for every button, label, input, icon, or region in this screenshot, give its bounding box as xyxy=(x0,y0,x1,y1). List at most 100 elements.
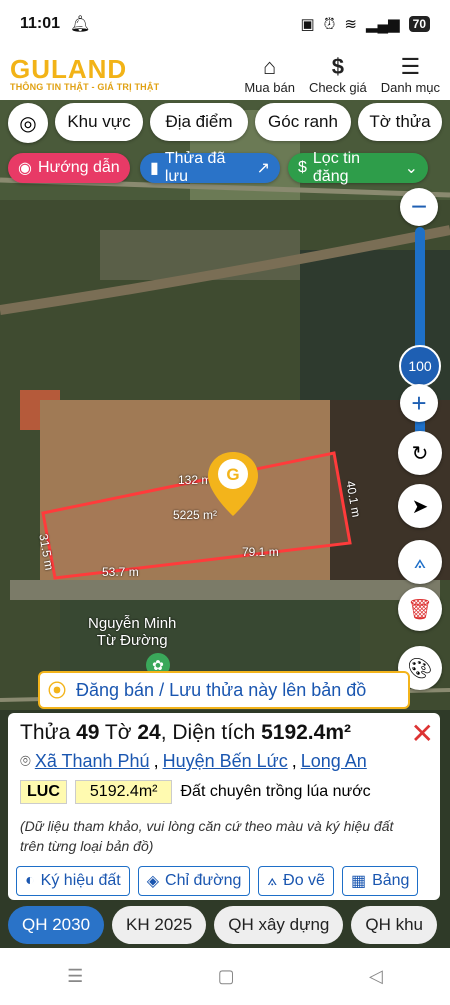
svg-text:G: G xyxy=(226,465,239,484)
directions-icon: ◈ xyxy=(146,873,160,890)
home-icon: ⌂ xyxy=(262,53,277,79)
link-tinh[interactable]: Long An xyxy=(301,751,367,772)
navigate-button[interactable]: ➤ xyxy=(398,484,442,528)
pill-huong-dan[interactable]: ◉ Hướng dẫn xyxy=(8,153,130,183)
header-nav: ⌂ Mua bán $ Check giá ☰ Danh mục xyxy=(244,54,440,95)
refresh-button[interactable]: ↻ xyxy=(398,431,442,475)
wifi-icon: ≋ xyxy=(344,16,357,33)
thua-number: 49 xyxy=(76,721,100,744)
poi-line2: Từ Đường xyxy=(96,632,168,649)
navigation-arrow-icon: ➤ xyxy=(411,495,429,518)
plus-icon: + xyxy=(411,387,427,418)
logo-slogan: THÔNG TIN THẬT - GIÁ TRỊ THẬT xyxy=(10,82,160,92)
tab-qh-xay-dung[interactable]: QH xây dựng xyxy=(214,906,344,944)
tool-do-ve[interactable]: ⟑ Đo vẽ xyxy=(258,866,334,896)
edge-label-bottom-left: 53.7 m xyxy=(102,565,139,579)
measure-icon: ⟑ xyxy=(267,872,278,889)
palette-icon: ◐ xyxy=(25,872,35,889)
tool-label: Chỉ đường xyxy=(165,872,242,889)
pill-label: Lọc tin đăng xyxy=(312,150,361,185)
link-huyen[interactable]: Huyện Bến Lức xyxy=(163,751,288,772)
alarm-icon: ⏰︎ xyxy=(323,15,336,33)
chip-khu-vuc[interactable]: Khu vực xyxy=(55,103,143,141)
tool-ky-hieu-dat[interactable]: ◐ Ký hiệu đất xyxy=(16,866,130,896)
post-parcel-bar[interactable]: ⦿ Đăng bán / Lưu thửa này lên bản đồ xyxy=(38,671,410,709)
land-type-row: LUC 5192.4m² Đất chuyên trồng lúa nước xyxy=(20,780,371,804)
tab-qh-khu[interactable]: QH khu xyxy=(351,906,438,944)
guland-logo[interactable]: GULAND THÔNG TIN THẬT - GIÁ TRỊ THẬT xyxy=(10,56,159,92)
locate-button[interactable]: ◎ xyxy=(8,103,48,143)
minus-icon: − xyxy=(410,191,428,222)
zoom-in-button[interactable]: + xyxy=(400,384,438,422)
recent-apps-icon[interactable]: ☰ xyxy=(67,966,83,987)
parcel-location: ⌾ Xã Thanh Phú, Huyện Bến Lức, Long An xyxy=(20,751,367,772)
nfc-icon: ▣ xyxy=(300,16,315,33)
tab-kh-2025[interactable]: KH 2025 xyxy=(112,906,207,944)
zoom-out-button[interactable]: − xyxy=(400,188,438,226)
tool-label: Ký hiệu đất xyxy=(40,872,121,889)
tab-qh-2030[interactable]: QH 2030 xyxy=(8,906,105,944)
parcel-info-panel: Thửa 49 Tờ 24, Diện tích 5192.4m² ✕ ⌾ Xã… xyxy=(8,713,440,900)
pill-label: Thửa đã lưu xyxy=(164,150,226,185)
logo-text: GULAND xyxy=(10,54,128,84)
nav-check-gia[interactable]: $ Check giá xyxy=(309,54,367,95)
tool-chi-duong[interactable]: ◈ Chỉ đường xyxy=(137,866,251,896)
status-time: 11:01 xyxy=(20,15,61,32)
table-icon: ▦ xyxy=(350,873,367,890)
draw-tool-button[interactable]: ⟑ xyxy=(398,540,442,584)
land-area-badge: 5192.4m² xyxy=(74,780,173,804)
chip-dia-diem[interactable]: Địa điểm xyxy=(150,103,248,141)
nav-mua-ban[interactable]: ⌂ Mua bán xyxy=(244,54,295,95)
pill-loc-tin-dang[interactable]: $ Lọc tin đăng ⌄ xyxy=(288,150,428,185)
tool-label: Bảng xyxy=(372,872,410,889)
system-nav-bar: ☰ ▢ ◁ xyxy=(0,948,450,1005)
to-number: 24 xyxy=(137,721,161,744)
plan-tabs: QH 2030 KH 2025 QH xây dựng QH khu xyxy=(8,906,438,944)
compass-draw-icon: ⟑ xyxy=(413,550,427,573)
link-xa[interactable]: Xã Thanh Phú xyxy=(35,751,150,772)
location-pin-icon: ⌾ xyxy=(20,751,31,771)
chip-to-thua[interactable]: Tờ thửa xyxy=(358,103,442,141)
post-bar-label: Đăng bán / Lưu thửa này lên bản đồ xyxy=(76,679,367,700)
parcel-tools: ◐ Ký hiệu đất ◈ Chỉ đường ⟑ Đo vẽ ▦ Bảng xyxy=(16,866,419,896)
map-pin-icon[interactable]: G xyxy=(206,450,260,520)
reference-note: (Dữ liệu tham khảo, vui lòng căn cứ theo… xyxy=(20,818,394,854)
palette-icon: 🎨︎ xyxy=(407,657,433,680)
to-prefix: Tờ xyxy=(99,721,138,744)
close-icon[interactable]: ✕ xyxy=(411,717,434,750)
status-bar: 11:01 🔔︎ ▣ ⏰︎ ≋ ▂▄▆ 70 xyxy=(0,0,450,48)
tool-label: Đo vẽ xyxy=(283,872,325,889)
land-code-badge: LUC xyxy=(20,780,67,804)
poi-line1: Nguyễn Minh xyxy=(88,615,177,632)
target-icon: ◎ xyxy=(19,112,37,135)
nav-danh-muc[interactable]: ☰ Danh mục xyxy=(381,54,440,95)
guland-pin-icon: ⦿ xyxy=(48,681,66,701)
dollar-icon: $ xyxy=(331,53,344,79)
back-icon[interactable]: ◁ xyxy=(369,966,383,987)
app-header: GULAND THÔNG TIN THẬT - GIÁ TRỊ THẬT ⌂ M… xyxy=(0,48,450,100)
notification-bell-icon: 🔔︎ xyxy=(70,16,91,33)
tool-bang[interactable]: ▦ Bảng xyxy=(341,866,419,896)
chip-goc-ranh[interactable]: Góc ranh xyxy=(255,103,351,141)
external-link-icon: ↗ xyxy=(256,160,270,177)
battery-icon: 70 xyxy=(408,16,430,32)
parcel-title: Thửa 49 Tờ 24, Diện tích 5192.4m² xyxy=(20,721,351,745)
parcel-area: 5192.4m² xyxy=(261,721,351,744)
nav-label: Danh mục xyxy=(380,79,440,95)
thua-prefix: Thửa xyxy=(20,721,77,744)
land-type-label: Đất chuyên trồng lúa nước xyxy=(180,783,371,800)
zoom-slider-handle[interactable]: 100 xyxy=(399,345,441,387)
bookmark-icon: ▮ xyxy=(150,160,159,177)
trash-icon: 🗑︎ xyxy=(407,598,433,621)
menu-icon: ☰ xyxy=(400,53,421,79)
delete-button[interactable]: 🗑︎ xyxy=(398,587,442,631)
play-icon: ◉ xyxy=(18,160,32,177)
pill-thua-da-luu[interactable]: ▮ Thửa đã lưu ↗ xyxy=(140,150,280,185)
chevron-down-icon: ⌄ xyxy=(404,160,418,177)
home-button-icon[interactable]: ▢ xyxy=(218,966,235,987)
area-prefix: , Diện tích xyxy=(160,721,262,744)
signal-icon: ▂▄▆ xyxy=(365,16,400,33)
pill-label: Hướng dẫn xyxy=(37,159,120,176)
status-icons: ▣ ⏰︎ ≋ ▂▄▆ 70 xyxy=(300,15,430,33)
nav-label: Check giá xyxy=(308,79,367,95)
